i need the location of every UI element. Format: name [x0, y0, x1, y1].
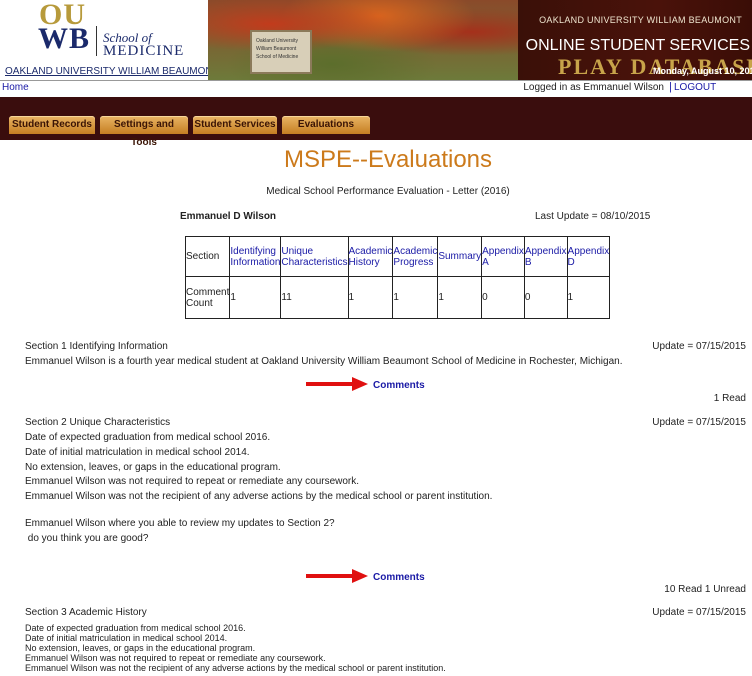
- logo-medicine-text: MEDICINE: [103, 43, 185, 59]
- section-link-identifying-information[interactable]: Identifying Information: [230, 246, 280, 268]
- section-title-link[interactable]: Academic History: [69, 607, 147, 618]
- section-link-appendix-d[interactable]: Appendix D: [568, 246, 610, 268]
- page-title: MSPE--Evaluations: [283, 146, 493, 173]
- table-row: Comment Count 1 11 1 1 1 0 0 1: [184, 276, 611, 319]
- comment-count: 1: [566, 276, 611, 319]
- section-text: Emmanuel Wilson was not required to repe…: [25, 653, 326, 663]
- section-text: Date of expected graduation from medical…: [25, 623, 246, 633]
- comment-text: do you think you are good?: [25, 533, 149, 544]
- comment-count: 0: [481, 276, 525, 319]
- section-heading: Section 2 Unique Characteristics: [25, 417, 170, 428]
- section-number: Section 1: [25, 341, 67, 352]
- tab-student-records[interactable]: Student Records: [9, 116, 95, 134]
- section-text: Emmanuel Wilson is a fourth year medical…: [25, 356, 623, 367]
- tab-evaluations[interactable]: Evaluations: [282, 116, 370, 134]
- section-link-academic-history[interactable]: Academic History: [349, 246, 393, 268]
- logo-wb: WB: [38, 22, 91, 55]
- home-link[interactable]: Home: [2, 82, 29, 93]
- section-text: No extension, leaves, or gaps in the edu…: [25, 643, 256, 653]
- section-link-unique-characteristics[interactable]: Unique Characteristics: [281, 246, 347, 268]
- sign-line: School of Medicine: [256, 54, 299, 60]
- table-row-header: Comment Count: [184, 276, 231, 319]
- table-row-header: Section: [184, 236, 231, 277]
- comment-count: 1: [437, 276, 483, 319]
- campus-sign: Oakland University William Beaumont Scho…: [250, 30, 312, 74]
- sign-line: Oakland University: [256, 38, 298, 44]
- section-link-appendix-a[interactable]: Appendix A: [482, 246, 524, 268]
- page-subtitle: Medical School Performance Evaluation - …: [266, 186, 510, 197]
- last-update: Last Update = 08/10/2015: [535, 211, 651, 222]
- student-name: Emmanuel D Wilson: [180, 211, 277, 222]
- table-row: Section Identifying Information Unique C…: [184, 236, 611, 277]
- banner-title: ONLINE STUDENT SERVICES: [525, 37, 750, 54]
- section-heading: Section 1 Identifying Information: [25, 341, 168, 352]
- header-date: Monday, August 10, 201: [653, 66, 752, 76]
- separator: |: [669, 81, 672, 93]
- comment-count: 11: [280, 276, 349, 319]
- comments-link[interactable]: Comments: [373, 572, 425, 583]
- comment-count: 1: [392, 276, 439, 319]
- university-name: OAKLAND UNIVERSITY WILLIAM BEAUMONT: [5, 66, 219, 77]
- section-link-summary[interactable]: Summary: [438, 251, 481, 262]
- section-link-academic-progress[interactable]: Academic Progress: [393, 246, 437, 268]
- section-update: Update = 07/15/2015: [652, 607, 746, 618]
- arrow-right-icon: [306, 377, 368, 391]
- section-text: Date of initial matriculation in medical…: [25, 633, 228, 643]
- read-status: 1 Read: [713, 393, 746, 404]
- section-heading: Section 3 Academic History: [25, 607, 147, 618]
- section-number: Section 3: [25, 607, 67, 618]
- comments-link[interactable]: Comments: [373, 380, 425, 391]
- section-text: Date of initial matriculation in medical…: [25, 447, 250, 458]
- arrow-right-icon: [306, 569, 368, 583]
- campus-photo: Oakland University William Beaumont Scho…: [208, 0, 518, 80]
- comment-count: 1: [229, 276, 282, 319]
- section-text: Emmanuel Wilson was not the recipient of…: [25, 663, 446, 673]
- top-bar: Home Logged in as Emmanuel Wilson | LOGO…: [0, 80, 752, 98]
- section-title-link[interactable]: Identifying Information: [69, 341, 167, 352]
- logout-link[interactable]: LOGOUT: [674, 82, 752, 93]
- sign-line: William Beaumont: [256, 46, 297, 52]
- section-update: Update = 07/15/2015: [652, 417, 746, 428]
- section-title-link[interactable]: Unique Characteristics: [69, 417, 170, 428]
- banner-university: OAKLAND UNIVERSITY WILLIAM BEAUMONT: [539, 15, 742, 25]
- logged-in-text: Logged in as Emmanuel Wilson: [523, 82, 664, 93]
- read-status: 10 Read 1 Unread: [664, 584, 746, 595]
- section-number: Section 2: [25, 417, 67, 428]
- section-text: Date of expected graduation from medical…: [25, 432, 271, 443]
- section-link-appendix-b[interactable]: Appendix B: [525, 246, 567, 268]
- logo-divider: [96, 26, 97, 56]
- section-update: Update = 07/15/2015: [652, 341, 746, 352]
- comment-text: Emmanuel Wilson where you able to review…: [25, 518, 335, 529]
- nav-bar: Student Records Settings and Tools Stude…: [0, 97, 752, 148]
- header-banner: OAKLAND UNIVERSITY WILLIAM BEAUMONT ONLI…: [518, 0, 752, 80]
- section-text: Emmanuel Wilson was not the recipient of…: [25, 491, 493, 502]
- comment-count: 0: [523, 276, 568, 319]
- section-text: No extension, leaves, or gaps in the edu…: [25, 462, 281, 473]
- tab-settings-and-tools[interactable]: Settings and Tools: [100, 116, 188, 148]
- tab-student-services[interactable]: Student Services: [193, 116, 277, 134]
- comment-count: 1: [347, 276, 394, 319]
- summary-table: Section Identifying Information Unique C…: [184, 236, 611, 319]
- site-header: OU WB School of MEDICINE OAKLAND UNIVERS…: [0, 0, 752, 80]
- section-text: Emmanuel Wilson was not required to repe…: [25, 476, 360, 487]
